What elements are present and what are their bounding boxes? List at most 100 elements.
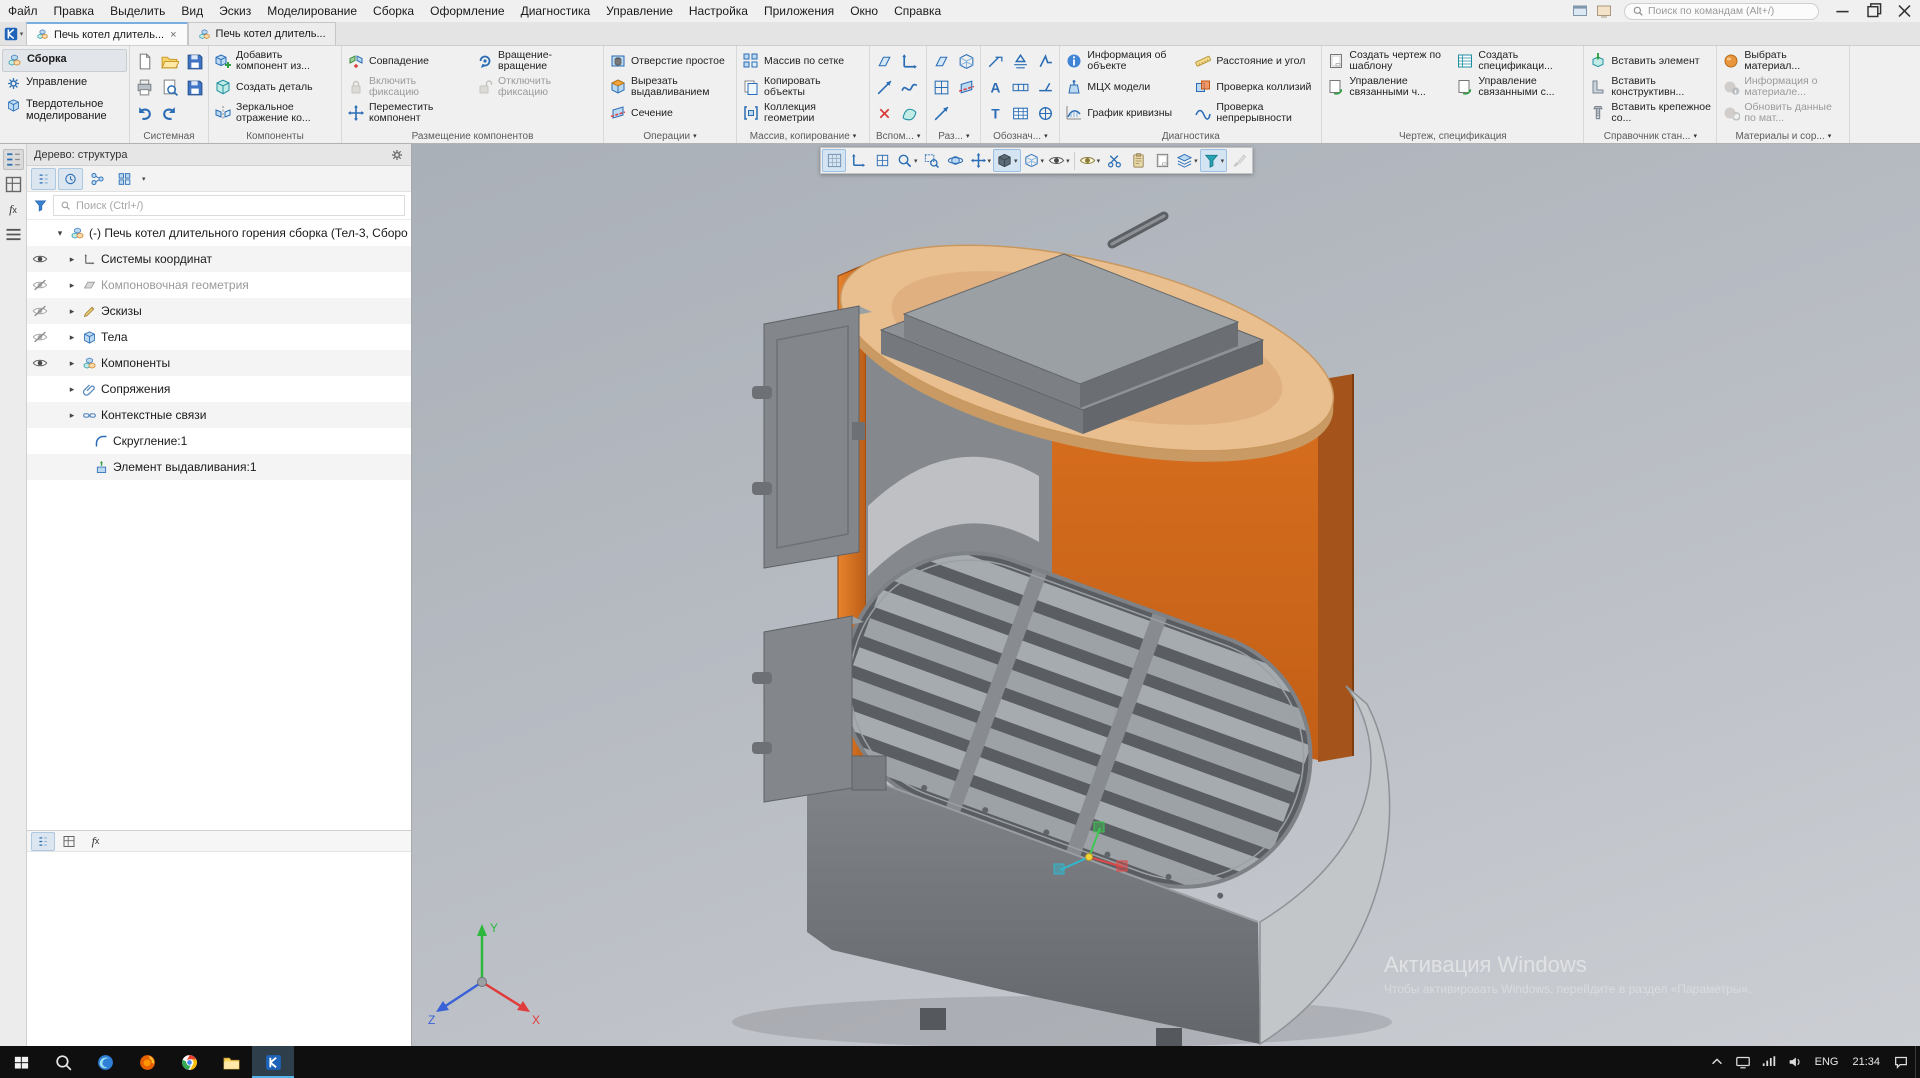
ribbon-group-caption[interactable]: Раз...▾ [929,129,978,143]
language-indicator[interactable]: ENG [1808,1046,1846,1078]
ribbon-btn-save-all[interactable] [182,74,206,100]
ribbon-btn-choose-material[interactable]: Выбрать материал... [1719,48,1847,74]
group-dropdown-icon[interactable]: ▾ [917,132,921,140]
tree-row-2[interactable]: ▸Компоновочная геометрия [27,272,411,298]
group-dropdown-icon[interactable]: ▾ [1044,132,1048,140]
ribbon-btn-designation-tolerance[interactable] [1008,74,1032,100]
ribbon-btn-specification[interactable]: Создать спецификаци... [1453,48,1581,74]
tree-relations-button[interactable] [85,168,110,190]
ribbon-btn-undo[interactable] [132,100,156,126]
view-btn-zoom[interactable]: ▾ [894,149,920,172]
ribbon-btn-aux-cs[interactable] [897,48,921,74]
ribbon-btn-designation-table[interactable] [1008,100,1032,126]
view-btn-copy-image[interactable] [1126,149,1150,172]
view-btn-local-cs[interactable] [846,149,870,172]
dropdown-arrow-icon[interactable]: ▾ [1097,157,1101,165]
ribbon-group-caption[interactable]: Массив, копирование▾ [739,129,867,143]
ribbon-btn-mate-coincide[interactable]: Совпадение [344,48,472,74]
ribbon-btn-geometry-collection[interactable]: Коллекция геометрии [739,100,867,126]
taskbar-win-start[interactable] [0,1046,42,1078]
ribbon-btn-save[interactable] [182,48,206,74]
tree-view-dropdown[interactable]: ▾ [139,175,149,183]
ribbon-btn-insert-fastener[interactable]: Вставить крепежное со... [1586,100,1714,126]
ribbon-btn-printer[interactable] [132,74,156,100]
ribbon-btn-fix-lock[interactable]: Включить фиксацию [344,74,472,100]
mode-button-2[interactable]: Твердотельное моделирование [2,95,127,125]
eye-visible-icon[interactable] [32,355,48,371]
menu-item-9[interactable]: Управление [598,0,681,22]
dropdown-arrow-icon[interactable]: ▾ [914,157,918,165]
tab-close-icon[interactable]: × [169,29,177,41]
close-button[interactable] [1889,0,1920,22]
ribbon-btn-mate-rotation[interactable]: Вращение- вращение [473,48,601,74]
ribbon-btn-linked-specs[interactable]: Управление связанными с... [1453,74,1581,100]
taskbar-chrome-browser[interactable] [168,1046,210,1078]
menu-item-0[interactable]: Файл [0,0,46,22]
ribbon-btn-open-folder[interactable] [157,48,181,74]
ribbon-btn-mass-properties[interactable]: МЦХ модели [1062,74,1190,100]
ribbon-btn-print-preview[interactable] [157,74,181,100]
menu-item-1[interactable]: Правка [46,0,103,22]
ribbon-btn-aux-axis[interactable] [872,74,896,100]
action-center-icon[interactable] [1887,1046,1915,1078]
ribbon-btn-info-object[interactable]: Информация об объекте [1062,48,1190,74]
dropdown-arrow-icon[interactable]: ▾ [1041,157,1045,165]
ribbon-btn-drawing-template[interactable]: Создать чертеж по шаблону [1324,48,1452,74]
mode-button-0[interactable]: Сборка [2,49,127,72]
ribbon-btn-partition-line[interactable] [929,100,953,126]
menu-item-12[interactable]: Окно [842,0,886,22]
expander-icon[interactable]: ▸ [65,280,79,291]
ribbon-btn-partition-section[interactable] [954,74,978,100]
tree-row-7[interactable]: ▸Контекстные связи [27,402,411,428]
screen-settings-icon[interactable] [1592,2,1616,20]
ribbon-btn-designation-marker[interactable] [1033,100,1057,126]
minimize-button[interactable] [1827,0,1858,22]
ribbon-btn-new-doc[interactable] [132,48,156,74]
ribbon-btn-collision-check[interactable]: Проверка коллизий [1191,74,1319,100]
ribbon-btn-continuity-check[interactable]: Проверка непрерывности [1191,100,1319,126]
group-dropdown-icon[interactable]: ▾ [1693,132,1697,140]
tree-search-input[interactable] [76,200,398,212]
tab-parameters-icon[interactable] [57,832,81,851]
expander-icon[interactable]: ▸ [65,384,79,395]
taskbar-explorer-folder[interactable] [210,1046,252,1078]
ribbon-group-caption[interactable]: Обознач...▾ [983,129,1057,143]
expander-icon[interactable]: ▸ [65,332,79,343]
tree-row-8[interactable]: Скругление:1 [27,428,411,454]
tree-row-4[interactable]: ▸Тела [27,324,411,350]
view-btn-hide-objects[interactable]: ▾ [1046,149,1072,172]
tray-monitor-status[interactable] [1730,1046,1756,1078]
ribbon-btn-move-component[interactable]: Переместить компонент [344,100,472,126]
ribbon-btn-designation-weld[interactable] [1033,74,1057,100]
tab-variables-icon[interactable]: fx [83,830,108,852]
ribbon-btn-insert-structural[interactable]: Вставить конструктивн... [1586,74,1714,100]
taskbar-kompas-app[interactable] [252,1046,294,1078]
view-btn-pan[interactable]: ▾ [968,149,994,172]
gear-icon[interactable] [390,148,404,162]
tree-row-9[interactable]: Элемент выдавливания:1 [27,454,411,480]
ribbon-btn-redo[interactable] [157,100,181,126]
tree-view-structure-button[interactable] [31,168,56,190]
group-dropdown-icon[interactable]: ▾ [1828,132,1832,140]
expander-icon[interactable]: ▸ [65,306,79,317]
ribbon-btn-letter-t[interactable]: Т [983,100,1007,126]
menu-item-2[interactable]: Выделить [102,0,173,22]
window-layout-icon[interactable] [1568,2,1592,20]
menu-item-4[interactable]: Эскиз [211,0,259,22]
filter-icon[interactable] [33,198,48,213]
menu-item-3[interactable]: Вид [173,0,211,22]
view-btn-display-solid[interactable]: ▾ [993,149,1021,172]
menu-item-13[interactable]: Справка [886,0,949,22]
eye-hidden-icon[interactable] [32,329,48,345]
expander-icon[interactable]: ▸ [65,254,79,265]
view-btn-zoom-window[interactable] [920,149,944,172]
ribbon-btn-aux-point[interactable] [872,100,896,126]
tree-view-history-button[interactable] [58,168,83,190]
group-dropdown-icon[interactable]: ▾ [966,132,970,140]
show-desktop-button[interactable] [1915,1046,1920,1078]
document-tab-0[interactable]: Печь котел длитель...× [26,22,188,45]
ribbon-btn-designation-rough[interactable] [1033,48,1057,74]
taskbar-edge-browser[interactable] [84,1046,126,1078]
3d-model[interactable] [412,144,1920,1046]
ribbon-btn-section-op[interactable]: Сечение [606,100,734,126]
